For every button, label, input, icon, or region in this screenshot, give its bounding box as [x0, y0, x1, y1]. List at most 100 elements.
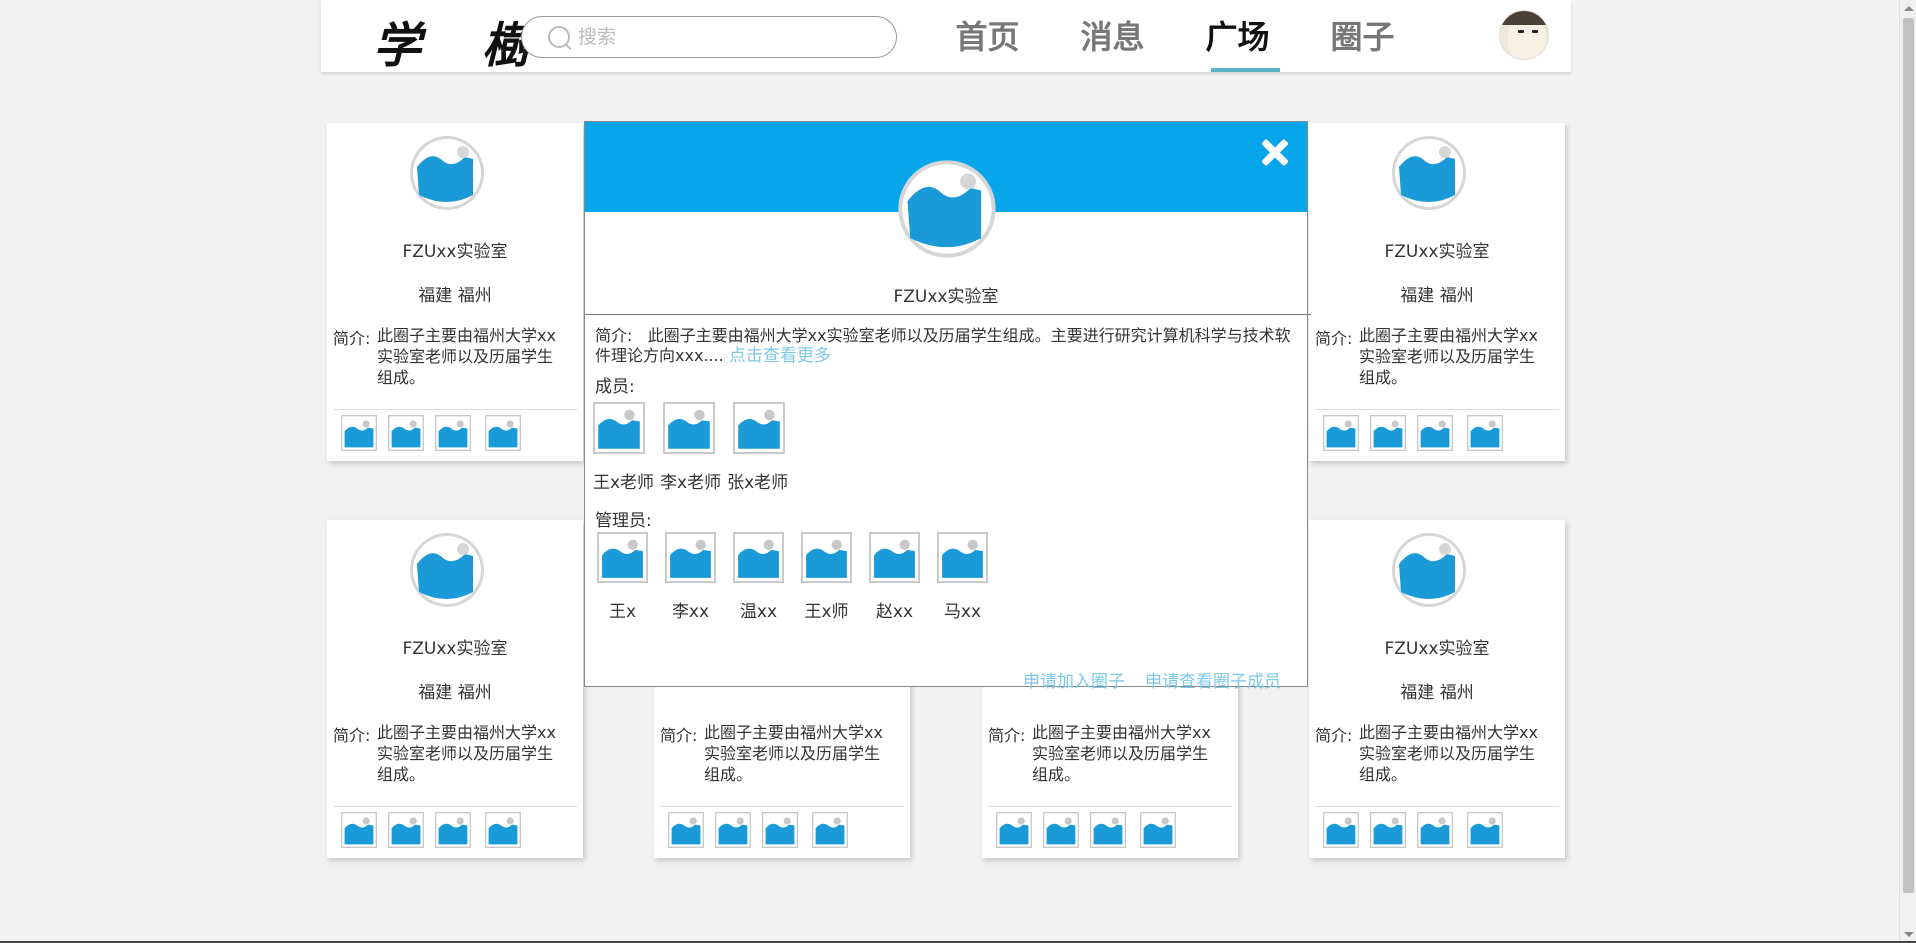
- avatar-eye: [1532, 30, 1538, 33]
- main-nav: 首页 消息 广场 圈子: [925, 12, 1425, 72]
- member-image-placeholder-icon[interactable]: [485, 812, 521, 848]
- member-image-placeholder-icon[interactable]: [593, 402, 645, 454]
- circle-card[interactable]: FZUxx实验室 福建 福州 简介: 此圈子主要由福州大学xx实验室老师以及历届…: [1309, 123, 1565, 461]
- member-image-placeholder-icon[interactable]: [663, 402, 715, 454]
- admin-image-placeholder-icon[interactable]: [597, 532, 648, 583]
- search-box[interactable]: [521, 16, 897, 58]
- member-image-placeholder-icon[interactable]: [668, 812, 704, 848]
- circle-detail-modal: FZUxx实验室 简介: 此圈子主要由福州大学xx实验室老师以及历届学生组成。主…: [584, 121, 1311, 692]
- circle-intro: 此圈子主要由福州大学xx实验室老师以及历届学生组成。: [1359, 326, 1538, 387]
- member-thumbnails: [1323, 812, 1503, 848]
- circle-image-placeholder-icon: [409, 135, 485, 211]
- modal-actions: 申请加入圈子 申请查看圈子成员: [1023, 667, 1281, 692]
- nav-home[interactable]: 首页: [925, 12, 1050, 72]
- intro-label: 简介:: [1315, 329, 1353, 348]
- circle-intro: 此圈子主要由福州大学xx实验室老师以及历届学生组成。: [1032, 723, 1211, 784]
- member-image-placeholder-icon[interactable]: [1323, 415, 1359, 451]
- circle-intro: 此圈子主要由福州大学xx实验室老师以及历届学生组成。: [377, 326, 556, 387]
- member-thumbnails: [341, 415, 521, 451]
- close-icon[interactable]: [1257, 134, 1293, 170]
- member-image-placeholder-icon[interactable]: [1370, 812, 1406, 848]
- member-image-placeholder-icon[interactable]: [733, 402, 785, 454]
- circle-location: 福建 福州: [418, 683, 492, 703]
- admin-image-placeholder-icon[interactable]: [937, 532, 988, 583]
- card-divider: [333, 409, 577, 410]
- member-image-placeholder-icon[interactable]: [715, 812, 751, 848]
- admin-name[interactable]: 李xx: [665, 597, 716, 622]
- admin-image-placeholder-icon[interactable]: [869, 532, 920, 583]
- nav-circles[interactable]: 圈子: [1300, 12, 1425, 72]
- intro-label: 简介:: [1315, 726, 1353, 745]
- circle-location: 福建 福州: [418, 286, 492, 306]
- member-image-placeholder-icon[interactable]: [1417, 812, 1453, 848]
- member-image-placeholder-icon[interactable]: [388, 415, 424, 451]
- modal-divider: [585, 314, 1311, 315]
- circle-card[interactable]: FZUxx实验室 福建 福州 简介: 此圈子主要由福州大学xx实验室老师以及历届…: [327, 123, 583, 461]
- circle-intro: 此圈子主要由福州大学xx实验室老师以及历届学生组成。: [1359, 723, 1538, 784]
- user-avatar[interactable]: [1499, 10, 1549, 60]
- member-image-placeholder-icon[interactable]: [1090, 812, 1126, 848]
- member-image-placeholder-icon[interactable]: [341, 415, 377, 451]
- member-name[interactable]: 张x老师: [727, 468, 788, 493]
- nav-messages[interactable]: 消息: [1050, 12, 1175, 72]
- member-name[interactable]: 李x老师: [660, 468, 721, 493]
- admin-image-placeholder-icon[interactable]: [801, 532, 852, 583]
- search-input[interactable]: [578, 23, 878, 51]
- nav-square[interactable]: 广场: [1175, 12, 1300, 72]
- member-image-placeholder-icon[interactable]: [388, 812, 424, 848]
- admin-image-placeholder-icon[interactable]: [665, 532, 716, 583]
- circle-name: FZUxx实验室: [1384, 242, 1490, 262]
- member-image-placeholder-icon[interactable]: [1417, 415, 1453, 451]
- member-image-placeholder-icon[interactable]: [1467, 812, 1503, 848]
- apply-join-link[interactable]: 申请加入圈子: [1023, 667, 1125, 692]
- member-image-placeholder-icon[interactable]: [435, 812, 471, 848]
- member-thumbnails: [668, 812, 848, 848]
- circle-image-placeholder-icon: [1391, 532, 1467, 608]
- admin-name[interactable]: 王x: [597, 597, 648, 622]
- members-label: 成员:: [595, 377, 635, 397]
- circle-card[interactable]: FZUxx实验室 福建 福州 简介: 此圈子主要由福州大学xx实验室老师以及历届…: [1309, 520, 1565, 858]
- modal-intro: 简介: 此圈子主要由福州大学xx实验室老师以及历届学生组成。主要进行研究计算机科…: [595, 326, 1295, 366]
- member-image-placeholder-icon[interactable]: [341, 812, 377, 848]
- avatar-eye: [1518, 30, 1524, 33]
- circle-name: FZUxx实验室: [402, 242, 508, 262]
- member-avatars: [593, 402, 785, 454]
- intro-label: 简介:: [988, 726, 1026, 745]
- intro-label: 简介:: [333, 329, 371, 348]
- apply-view-members-link[interactable]: 申请查看圈子成员: [1145, 667, 1281, 692]
- member-image-placeholder-icon[interactable]: [812, 812, 848, 848]
- member-image-placeholder-icon[interactable]: [762, 812, 798, 848]
- scroll-thumb[interactable]: [1903, 18, 1914, 893]
- circle-image-placeholder-icon: [409, 532, 485, 608]
- admin-image-placeholder-icon[interactable]: [733, 532, 784, 583]
- card-divider: [333, 806, 577, 807]
- intro-label: 简介:: [333, 726, 371, 745]
- member-image-placeholder-icon[interactable]: [1467, 415, 1503, 451]
- vertical-scrollbar[interactable]: [1899, 0, 1916, 943]
- member-image-placeholder-icon[interactable]: [485, 415, 521, 451]
- member-thumbnails: [341, 812, 521, 848]
- member-image-placeholder-icon[interactable]: [1370, 415, 1406, 451]
- admin-name[interactable]: 王x师: [801, 597, 852, 622]
- view-more-link[interactable]: 点击查看更多: [729, 346, 831, 366]
- member-image-placeholder-icon[interactable]: [435, 415, 471, 451]
- member-image-placeholder-icon[interactable]: [996, 812, 1032, 848]
- admin-name[interactable]: 马xx: [937, 597, 988, 622]
- admin-avatars: [597, 532, 988, 583]
- circle-card[interactable]: FZUxx实验室 福建 福州 简介: 此圈子主要由福州大学xx实验室老师以及历届…: [327, 520, 583, 858]
- member-name[interactable]: 王x老师: [593, 468, 654, 493]
- member-names: 王x老师 李x老师 张x老师: [593, 468, 788, 493]
- scroll-up-arrow-icon[interactable]: [1904, 6, 1914, 11]
- circle-name: FZUxx实验室: [1384, 639, 1490, 659]
- circle-intro: 此圈子主要由福州大学xx实验室老师以及历届学生组成。: [377, 723, 556, 784]
- admin-name[interactable]: 温xx: [733, 597, 784, 622]
- modal-circle-name: FZUxx实验室: [893, 287, 999, 307]
- member-image-placeholder-icon[interactable]: [1323, 812, 1359, 848]
- scroll-down-arrow-icon[interactable]: [1904, 932, 1914, 937]
- admin-name[interactable]: 赵xx: [869, 597, 920, 622]
- member-image-placeholder-icon[interactable]: [1043, 812, 1079, 848]
- member-thumbnails: [1323, 415, 1503, 451]
- admin-names: 王x 李xx 温xx 王x师 赵xx 马xx: [597, 597, 988, 622]
- card-divider: [988, 806, 1232, 807]
- member-image-placeholder-icon[interactable]: [1140, 812, 1176, 848]
